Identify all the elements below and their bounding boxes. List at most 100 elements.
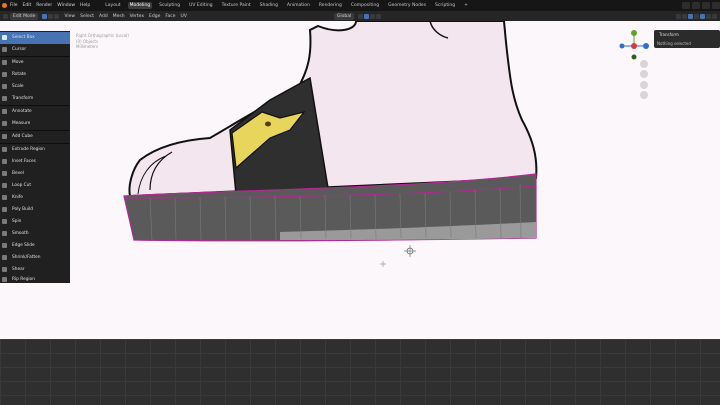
header-menu-select[interactable]: Select: [80, 14, 94, 19]
timeline-area[interactable]: [0, 339, 720, 405]
rotate-icon: [2, 72, 7, 78]
gizmo-z-axis-icon[interactable]: [619, 43, 625, 49]
tool-inset-faces[interactable]: Inset Faces: [0, 156, 70, 168]
tool-rotate[interactable]: Rotate: [0, 69, 70, 81]
tool-cursor[interactable]: Cursor: [0, 44, 70, 56]
menu-edit[interactable]: Edit: [23, 3, 32, 8]
header-menu-uv[interactable]: UV: [181, 14, 187, 19]
tool-shear[interactable]: Shear: [0, 264, 70, 276]
material-shading-icon[interactable]: [706, 13, 711, 19]
tool-poly-build[interactable]: Poly Build: [0, 204, 70, 216]
viewport-gizmo-toggle-icon[interactable]: [676, 13, 681, 19]
mode-selector[interactable]: Edit Mode: [10, 12, 39, 20]
tool-scale[interactable]: Scale: [0, 81, 70, 93]
menu-file[interactable]: File: [10, 3, 18, 8]
tab-rendering[interactable]: Rendering: [317, 2, 344, 9]
solid-shading-icon[interactable]: [700, 13, 705, 19]
tool-edge-slide[interactable]: Edge Slide: [0, 240, 70, 252]
navigation-gizmo[interactable]: [619, 30, 650, 60]
transform-orientation-selector[interactable]: Global: [333, 12, 355, 20]
header-menu-face[interactable]: Face: [165, 14, 175, 19]
tool-transform[interactable]: Transform: [0, 93, 70, 105]
minimize-icon[interactable]: [712, 2, 720, 9]
tool-label: Move: [12, 60, 24, 66]
zoom-icon[interactable]: [640, 60, 648, 68]
tool-measure[interactable]: Measure: [0, 118, 70, 130]
gizmo-y-axis-icon[interactable]: [631, 30, 637, 36]
tool-move[interactable]: Move: [0, 57, 70, 69]
header-menu-mesh[interactable]: Mesh: [113, 14, 125, 19]
wireframe-shading-icon[interactable]: [694, 13, 699, 19]
tool-label: Shrink/Fatten: [12, 255, 41, 261]
tool-select-box[interactable]: Select Box: [0, 32, 70, 44]
tool-knife[interactable]: Knife: [0, 192, 70, 204]
tab-scripting[interactable]: Scripting: [433, 2, 457, 9]
pan-hand-icon[interactable]: [640, 70, 648, 78]
3d-cursor-icon[interactable]: [404, 245, 416, 257]
menu-help[interactable]: Help: [80, 3, 90, 8]
tool-label: Measure: [12, 121, 31, 127]
falloff-icon[interactable]: [376, 13, 382, 19]
header-menu-view[interactable]: View: [64, 14, 75, 19]
xray-icon[interactable]: [688, 13, 693, 19]
tool-label: Transform: [12, 96, 34, 102]
tab-texture-paint[interactable]: Texture Paint: [220, 2, 253, 9]
tool-label: Shear: [12, 267, 25, 273]
face-select-icon[interactable]: [54, 13, 60, 19]
transform-panel[interactable]: Transform Nothing selected: [654, 30, 720, 48]
gizmo-neg-z-axis-icon[interactable]: [643, 43, 649, 49]
tab-modeling[interactable]: Modeling: [127, 2, 153, 9]
menu-render[interactable]: Render: [36, 3, 52, 8]
blender-logo-icon[interactable]: [2, 3, 7, 8]
tool-rip-region[interactable]: Rip Region: [0, 276, 70, 283]
tab-layout[interactable]: Layout: [103, 2, 122, 9]
gizmo-x-axis-icon[interactable]: [631, 43, 637, 49]
scale-icon: [2, 84, 7, 90]
viewport-header: Edit Mode View Select Add Mesh Vertex Ed…: [0, 11, 720, 21]
transform-panel-title[interactable]: Transform: [659, 32, 679, 37]
viewport-nav-buttons: [640, 60, 648, 99]
pivot-icon[interactable]: [358, 13, 364, 19]
tool-smooth[interactable]: Smooth: [0, 228, 70, 240]
add-workspace-button[interactable]: +: [462, 2, 470, 9]
camera-view-icon[interactable]: [640, 81, 648, 89]
tab-uv-editing[interactable]: UV Editing: [187, 2, 214, 9]
proportional-edit-icon[interactable]: [370, 13, 376, 19]
measure-icon: [2, 121, 7, 127]
view-name: Right Orthographic (Local): [76, 33, 129, 38]
inset-faces-icon: [2, 159, 7, 165]
viewport-info-text: Right Orthographic (Local) (0) Objects M…: [76, 33, 129, 50]
add-cube-icon: [2, 134, 7, 140]
strap-dot: [265, 121, 271, 127]
tab-compositing[interactable]: Compositing: [349, 2, 381, 9]
snap-icon[interactable]: [364, 13, 370, 19]
tool-add-cube[interactable]: Add Cube: [0, 131, 70, 143]
view-layer-selector[interactable]: [692, 2, 700, 9]
tab-animation[interactable]: Animation: [285, 2, 312, 9]
edge-slide-icon: [2, 243, 7, 249]
header-menu-edge[interactable]: Edge: [149, 14, 160, 19]
editor-type-icon[interactable]: [3, 13, 8, 19]
header-menu-vertex[interactable]: Vertex: [130, 14, 144, 19]
overlays-icon[interactable]: [682, 13, 687, 19]
tool-extrude-region[interactable]: Extrude Region: [0, 144, 70, 156]
tool-shrink-fatten[interactable]: Shrink/Fatten: [0, 252, 70, 264]
3d-viewport[interactable]: [0, 21, 720, 339]
menu-window[interactable]: Window: [57, 3, 75, 8]
perspective-toggle-icon[interactable]: [640, 91, 648, 99]
tool-bevel[interactable]: Bevel: [0, 168, 70, 180]
tool-annotate[interactable]: Annotate: [0, 106, 70, 118]
foot-skin: [128, 21, 538, 198]
tab-geometry-nodes[interactable]: Geometry Nodes: [386, 2, 428, 9]
header-menu-add[interactable]: Add: [99, 14, 108, 19]
edge-select-icon[interactable]: [48, 13, 54, 19]
rendered-shading-icon[interactable]: [712, 13, 717, 19]
tool-loop-cut[interactable]: Loop Cut: [0, 180, 70, 192]
tool-spin[interactable]: Spin: [0, 216, 70, 228]
filter-icon[interactable]: [702, 2, 710, 9]
tab-sculpting[interactable]: Sculpting: [157, 2, 182, 9]
gizmo-neg-y-axis-icon[interactable]: [631, 54, 637, 60]
tab-shading[interactable]: Shading: [258, 2, 280, 9]
vertex-select-icon[interactable]: [42, 13, 48, 19]
scene-selector[interactable]: [682, 2, 690, 9]
